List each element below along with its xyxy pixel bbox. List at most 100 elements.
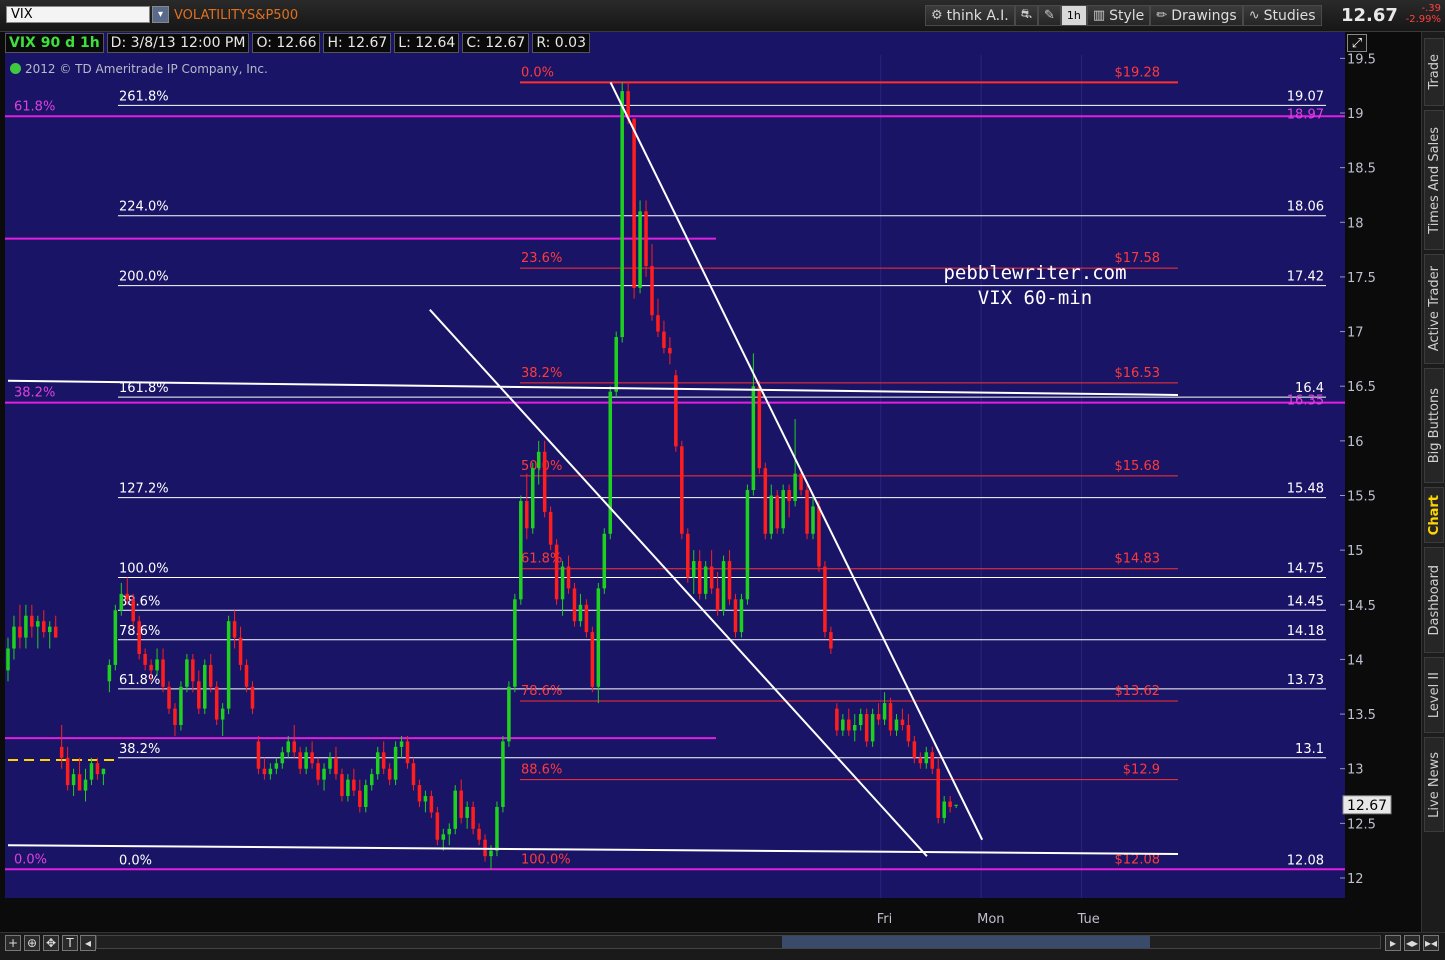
candle-body [226,621,231,709]
candle-body [554,544,559,600]
candle-body [36,621,40,627]
candle-body [644,211,648,266]
candle-body [83,779,88,791]
fib-magenta-price: 16.35 [1287,394,1324,409]
candle-body [12,626,16,649]
candle-body [823,566,827,633]
fib-extension-label: 0.0% [119,853,152,868]
candle-body [477,828,481,840]
candle-body [536,451,541,469]
candle-body [525,500,529,529]
candle-body [328,757,332,769]
y-tick-label: 12.5 [1347,817,1376,832]
fib-extension-price: 18.06 [1287,200,1324,215]
y-tick-label: 18 [1347,216,1364,231]
candle-body [924,752,929,764]
candle-body [858,714,863,725]
candle-body [375,752,380,775]
bar-open: O: 12.66 [252,33,321,53]
candle-body [89,763,94,780]
candle-body [638,211,642,288]
candle-body [125,593,130,600]
fib-retracement-price: $13.62 [1115,684,1161,699]
candle-body [572,588,577,622]
candle-body [6,648,10,671]
bar-high: H: 12.67 [323,33,392,53]
candle-body [936,768,940,818]
status-dot-icon [10,63,21,74]
candle-body [334,757,338,775]
candle-body [292,741,296,753]
candle-body [24,615,28,638]
candle-body [232,621,237,638]
fib-extension-price: 14.45 [1287,594,1324,609]
candle-body [948,801,952,807]
candle-body [137,621,141,654]
fib-magenta-price: 18.97 [1287,107,1324,122]
candle-body [542,451,547,512]
candle-body [47,626,52,633]
fib-retracement-label: 100.0% [521,852,571,867]
candle-body [560,566,565,600]
candle-body [781,490,785,529]
y-tick-label: 13 [1347,763,1364,778]
y-tick-label: 15.5 [1347,490,1376,505]
candle-body [548,511,553,545]
candle-body [453,790,457,829]
candle-body [77,774,82,791]
candle-body [143,653,147,665]
fib-retracement-price: $19.28 [1115,65,1161,80]
candle-body [161,659,165,687]
fib-extension-label: 100.0% [119,561,169,576]
candle-body [59,746,64,758]
candle-body [262,768,267,775]
fib-retracement-label: 23.6% [521,251,562,266]
candle-body [429,796,434,813]
candle-body [119,593,124,611]
candle-body [602,533,607,589]
candle-body [101,768,106,775]
fib-retracement-label: 0.0% [521,65,554,80]
y-tick-label: 19 [1347,107,1364,122]
candle-body [274,763,279,769]
candle-body [459,790,463,818]
y-tick-label: 17 [1347,326,1364,341]
candle-body [703,566,708,594]
candle-body [423,796,428,802]
candle-body [352,779,356,791]
fib-extension-price: 17.42 [1287,270,1324,285]
candle-body [393,746,398,780]
candle-body [280,752,285,764]
candle-body [95,763,100,775]
candle-body [256,741,261,769]
fib-magenta-label: 61.8% [14,99,55,114]
candle-body [238,637,243,665]
candle-body [632,118,636,288]
fib-retracement-label: 50.0% [521,459,562,474]
candle-body [340,774,344,797]
candle-body [763,468,768,534]
fib-retracement-price: $16.53 [1115,366,1161,381]
symbol-period: VIX 90 d 1h [5,33,104,53]
candle-body [912,741,917,758]
candle-body [387,768,392,780]
candle-body [942,801,946,818]
y-tick-label: 18.5 [1347,162,1376,177]
candle-body [835,708,839,731]
candle-body [435,812,440,840]
candle-body [405,741,410,764]
candle-body [322,768,326,780]
candle-body [513,599,517,687]
candle-body [381,752,386,769]
candle-body [566,566,571,589]
candle-body [220,708,225,720]
bar-date: D: 3/8/13 12:00 PM [106,33,250,53]
candle-body [775,495,779,529]
candlestick-chart: 12 12.5 13 13.5 14 14.5 15 15.5 16 16.5 17 17.5 18 18… [5,52,1392,927]
candle-body [495,806,499,851]
candle-body [680,446,684,534]
candle-body [608,391,613,534]
fib-extension-label: 261.8% [119,89,169,104]
candle-body [471,806,475,829]
candle-body [662,331,666,348]
